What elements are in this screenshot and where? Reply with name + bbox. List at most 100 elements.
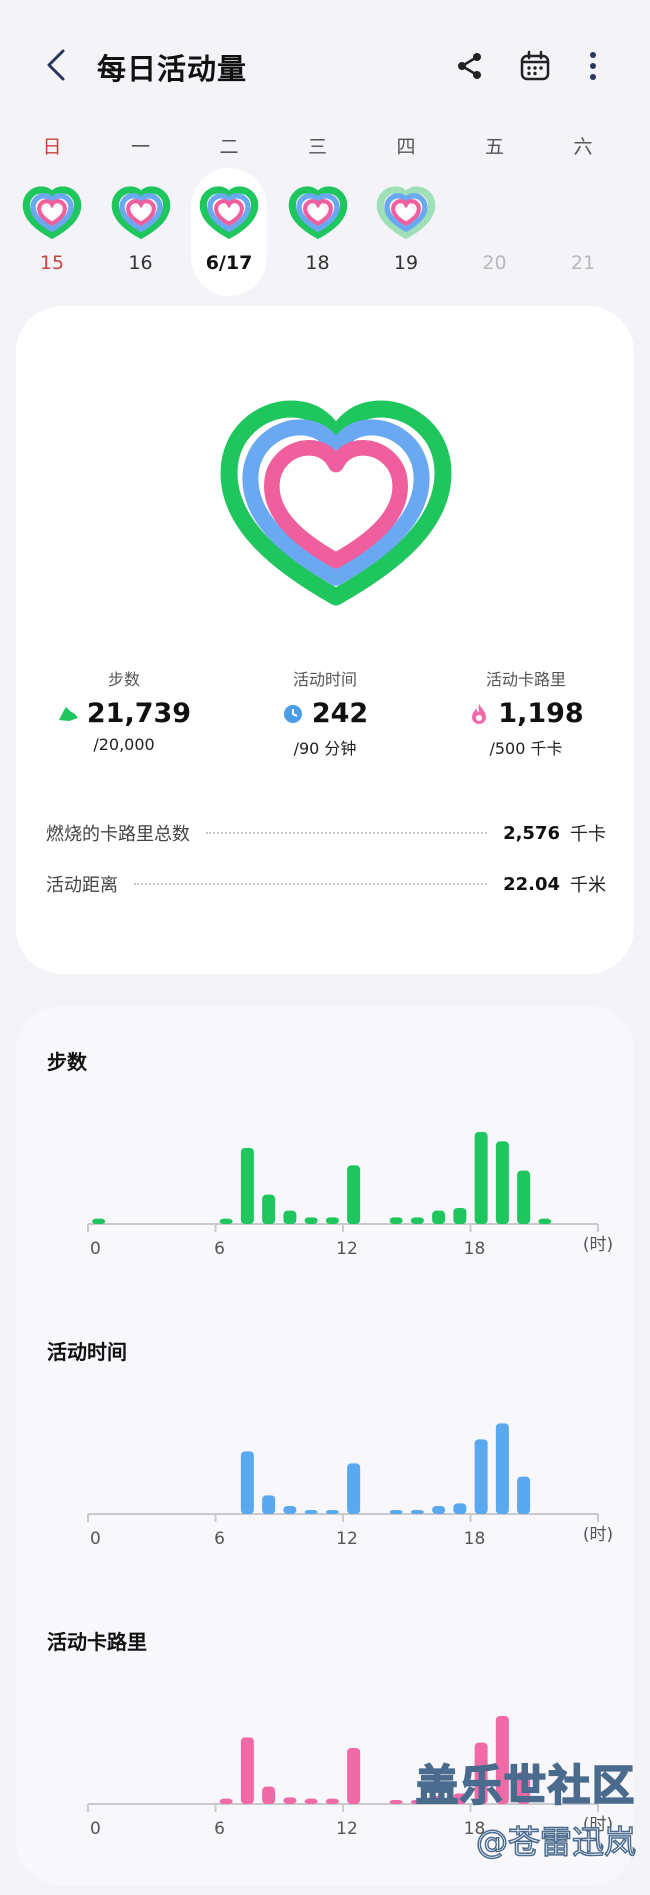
bar-hour-10 (304, 1217, 318, 1224)
bar-hour-12 (347, 1463, 361, 1514)
bar-hour-0 (92, 1218, 106, 1224)
bar-hour-9 (283, 1506, 297, 1514)
clock-icon (282, 703, 304, 725)
active-calories-stat[interactable]: 活动卡路里 1,198 /500 千卡 (426, 666, 626, 759)
x-tick-label: 18 (464, 1239, 486, 1259)
day-number: 20 (482, 252, 507, 274)
x-axis-unit: (时) (583, 1235, 613, 1255)
x-tick-label: 6 (214, 1819, 225, 1839)
dotted-leader (206, 832, 488, 834)
bar-hour-6 (219, 1218, 233, 1224)
steps-chart-title: 步数 (47, 1050, 87, 1074)
day-number: 16 (128, 252, 153, 274)
steps-value: 21,739 (86, 698, 192, 729)
x-tick-label: 12 (336, 1819, 358, 1839)
bar-hour-17 (453, 1793, 467, 1804)
bar-hour-10 (304, 1798, 318, 1804)
distance-label: 活动距离 (46, 875, 118, 896)
day-21[interactable]: 六 21 (545, 128, 621, 298)
day-number: 21 (570, 252, 596, 274)
bar-hour-12 (347, 1165, 361, 1224)
day-18[interactable]: 三 18 (280, 128, 356, 298)
bar-hour-20 (517, 1772, 531, 1804)
active-calories-value: 1,198 (498, 698, 584, 729)
mini-heart-rings-icon (111, 186, 170, 240)
bar-hour-9 (283, 1210, 297, 1224)
bar-hour-15 (410, 1800, 424, 1804)
x-tick-label: 12 (336, 1239, 358, 1259)
x-tick-label: 0 (90, 1529, 101, 1549)
bar-hour-15 (410, 1217, 424, 1224)
day-number: 18 (305, 252, 330, 274)
calendar-button[interactable] (513, 44, 557, 88)
calories-chart-title: 活动卡路里 (47, 1630, 147, 1654)
bar-hour-18 (474, 1439, 488, 1514)
distance-row: 活动距离 22.04 千米 (46, 869, 606, 899)
day-number: 19 (393, 252, 419, 274)
x-axis-unit: (时) (583, 1525, 613, 1545)
daily-summary-card: 步数 21,739 /20,000 活动时间 242 /90 分钟 活动卡路里 … (16, 306, 634, 974)
bar-hour-11 (325, 1510, 339, 1514)
steps-bar-chart[interactable]: 0 6 12 18 (时) (36, 1096, 616, 1259)
x-tick-label: 18 (464, 1529, 486, 1549)
day-19[interactable]: 四 19 (368, 128, 444, 298)
weekday-label: 三 (307, 136, 327, 158)
mini-heart-rings-icon (288, 186, 347, 240)
weekday-label: 二 (219, 136, 239, 158)
more-vertical-icon (590, 52, 596, 80)
bar-hour-16 (432, 1506, 446, 1514)
activity-heart-rings-icon (220, 400, 452, 606)
day-6-17[interactable]: 二 6/17 (191, 128, 267, 298)
bar-hour-14 (389, 1510, 403, 1514)
x-tick-label: 6 (214, 1529, 225, 1549)
steps-goal: /20,000 (93, 735, 155, 754)
bar-hour-19 (495, 1716, 509, 1804)
day-number: 15 (39, 252, 65, 274)
active-time-chart-title: 活动时间 (47, 1340, 127, 1364)
bar-hour-20 (517, 1170, 531, 1224)
mini-heart-rings-icon (199, 186, 259, 240)
active-calories-label: 活动卡路里 (485, 670, 566, 689)
weekday-label: 六 (573, 136, 593, 158)
bar-hour-20 (517, 1476, 531, 1514)
mini-heart-rings-icon (376, 186, 436, 240)
steps-stat[interactable]: 步数 21,739 /20,000 (24, 666, 224, 754)
app-header: 每日活动量 (0, 0, 650, 130)
active-time-goal: /90 分钟 (293, 739, 357, 758)
bar-hour-16 (432, 1796, 446, 1804)
bar-hour-11 (325, 1798, 339, 1804)
bar-hour-6 (219, 1798, 233, 1804)
weekday-label: 五 (484, 136, 504, 158)
share-button[interactable] (448, 44, 492, 88)
calories-bar-chart[interactable]: 0 6 12 18 (时) (36, 1676, 616, 1839)
back-arrow-icon (47, 49, 65, 81)
more-options-button[interactable] (571, 44, 615, 88)
bar-hour-16 (432, 1210, 446, 1224)
share-icon (458, 53, 481, 79)
day-16[interactable]: 一 16 (103, 128, 179, 298)
bar-hour-17 (453, 1208, 467, 1224)
shoe-icon (57, 703, 79, 725)
active-time-bar-chart[interactable]: 0 6 12 18 (时) (36, 1386, 616, 1549)
day-15[interactable]: 日 15 (14, 128, 90, 298)
bar-hour-18 (474, 1132, 488, 1224)
back-button[interactable] (38, 40, 74, 90)
day-20[interactable]: 五 20 (457, 128, 533, 298)
total-calories-value: 2,576 (503, 822, 560, 844)
total-calories-label: 燃烧的卡路里总数 (46, 824, 190, 845)
bar-hour-14 (389, 1217, 403, 1224)
x-tick-label: 6 (214, 1239, 225, 1259)
bar-hour-19 (495, 1423, 509, 1514)
bar-hour-18 (474, 1742, 488, 1804)
weekday-label: 四 (396, 136, 416, 158)
bar-hour-7 (240, 1737, 254, 1804)
bar-hour-8 (262, 1194, 276, 1224)
active-time-stat[interactable]: 活动时间 242 /90 分钟 (225, 666, 425, 759)
bar-hour-21 (538, 1218, 552, 1224)
weekday-label: 日 (42, 136, 62, 158)
total-calories-unit: 千卡 (570, 824, 606, 845)
mini-heart-rings-icon (22, 186, 82, 240)
bar-hour-8 (262, 1786, 276, 1804)
page-title: 每日活动量 (97, 52, 248, 86)
bar-hour-7 (240, 1451, 254, 1514)
